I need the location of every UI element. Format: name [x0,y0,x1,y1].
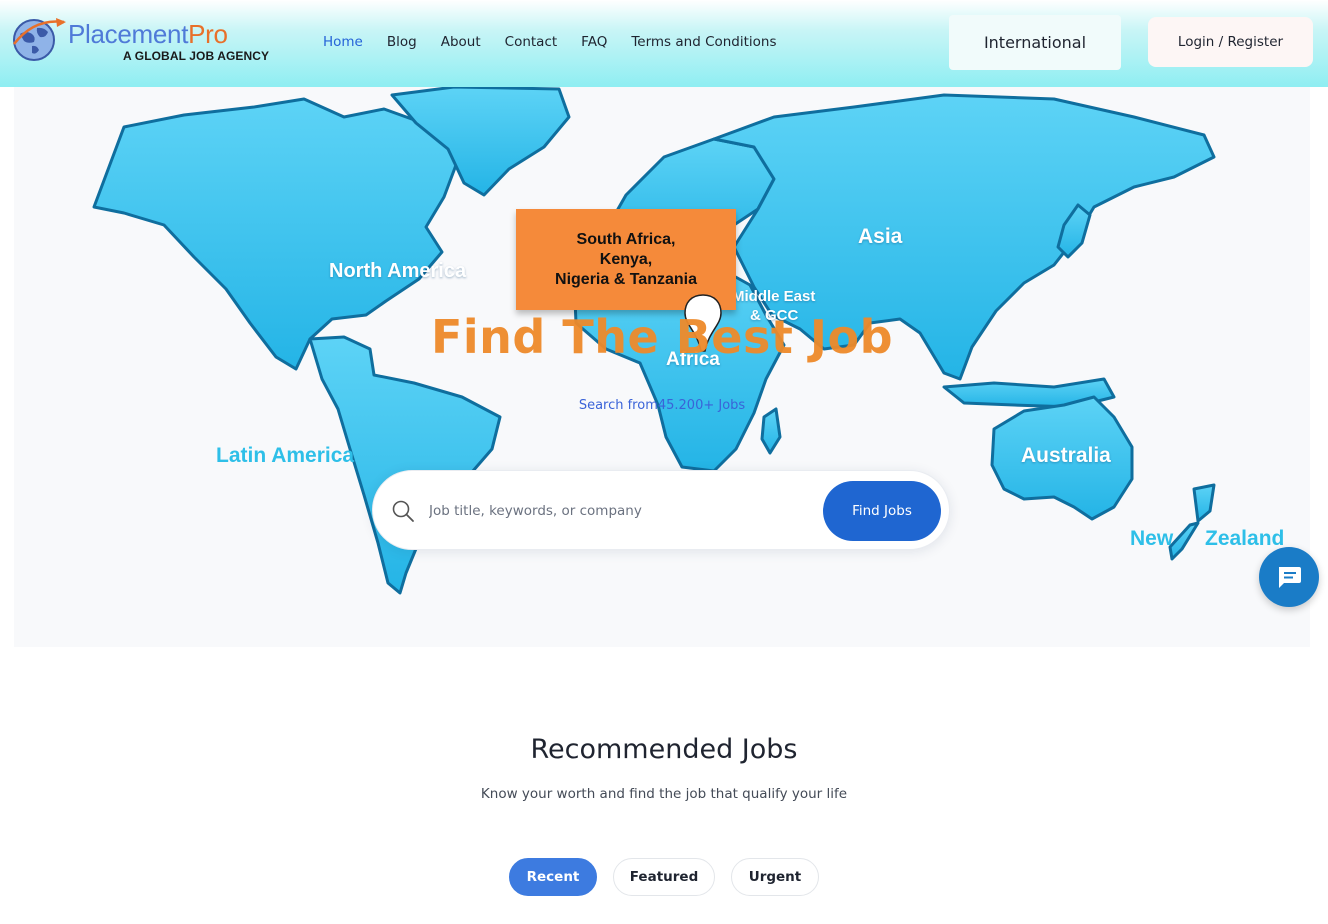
recommended-title: Recommended Jobs [530,734,798,765]
callout-line-3: Nigeria & Tanzania [555,270,697,288]
island-new-zealand [1192,483,1216,523]
logo-tagline: A GLOBAL JOB AGENCY [123,49,270,63]
tab-urgent[interactable]: Urgent [731,858,819,896]
login-register-button[interactable]: Login / Register [1148,17,1313,67]
job-search-input[interactable] [429,495,809,527]
nav-about[interactable]: About [441,33,481,51]
label-zealand: Zealand [1205,527,1285,550]
logo-name-part1: Placement [68,19,189,49]
chat-button[interactable] [1259,547,1319,607]
site-header: PlacementPro A GLOBAL JOB AGENCY Home Bl… [0,0,1328,87]
logo-wordmark: PlacementPro [68,20,228,48]
callout-line-1: South Africa, [576,230,676,248]
logo-name-part2: Pro [188,19,228,49]
logo[interactable]: PlacementPro A GLOBAL JOB AGENCY [10,14,280,70]
chat-icon [1279,567,1301,588]
hero-section: North America Latin America Asia Africa … [14,87,1310,647]
recommended-subtitle: Know your worth and find the job that qu… [480,786,848,802]
find-jobs-button[interactable]: Find Jobs [823,481,941,541]
tab-recent[interactable]: Recent [509,858,597,896]
label-latin-america: Latin America [216,444,355,467]
main-nav: Home Blog About Contact FAQ Terms and Co… [323,33,801,51]
hero-subtitle: Search from45.200+ Jobs [578,398,746,413]
label-asia: Asia [858,225,903,248]
search-icon [392,500,414,522]
label-middle-east: Middle East [732,288,816,305]
tab-featured[interactable]: Featured [613,858,715,896]
world-map-illustration [92,87,1216,595]
nav-faq[interactable]: FAQ [581,33,607,51]
globe-logo-icon [13,18,66,61]
island-madagascar [760,407,782,455]
hero-title: Find The Best Job [430,310,893,364]
nav-blog[interactable]: Blog [387,33,417,51]
island-new-zealand-south [1168,521,1200,561]
label-north: North America [329,260,467,282]
nav-terms[interactable]: Terms and Conditions [631,33,776,51]
nav-home[interactable]: Home [323,33,363,51]
nav-contact[interactable]: Contact [505,33,558,51]
label-australia: Australia [1021,444,1111,467]
callout-line-2: Kenya, [599,250,653,268]
job-search-bar: Find Jobs [372,470,950,550]
label-new: New [1130,527,1174,550]
job-filter-tabs: Recent Featured Urgent [0,858,1328,896]
international-button[interactable]: International [949,15,1121,70]
